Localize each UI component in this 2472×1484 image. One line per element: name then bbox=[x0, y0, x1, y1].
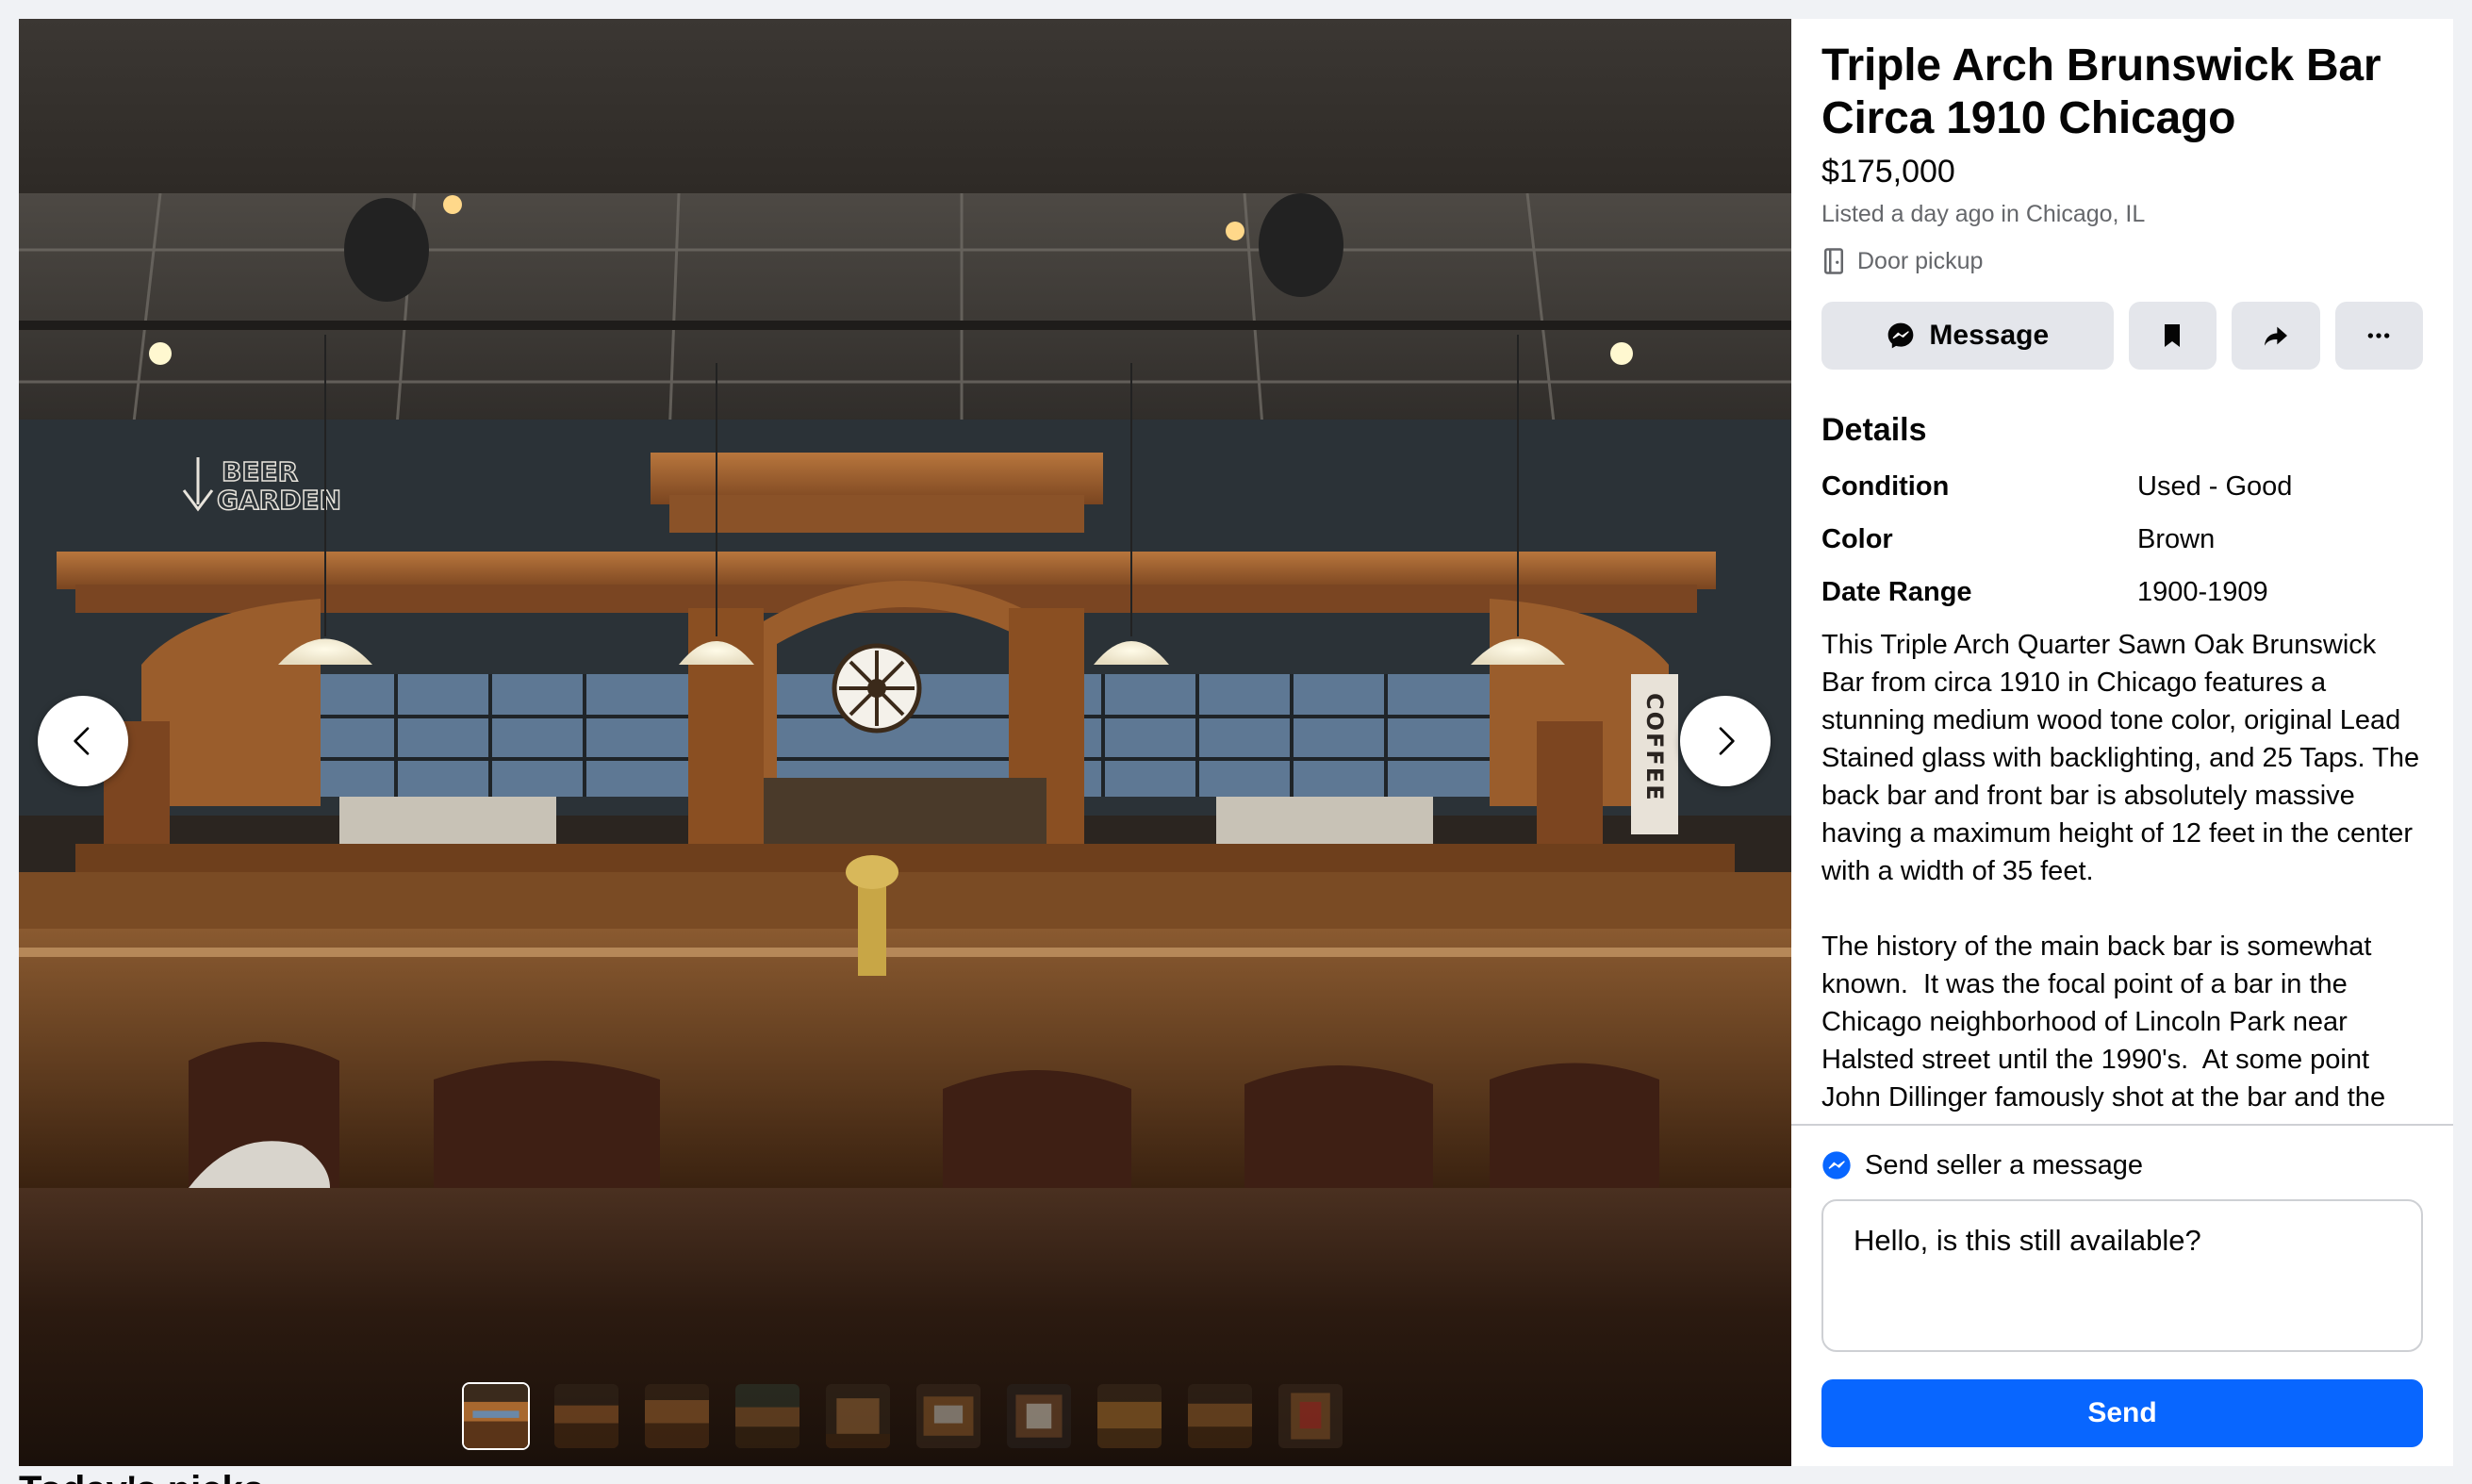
thumbnail-9[interactable] bbox=[1186, 1382, 1254, 1450]
listing-details-scroll[interactable]: Triple Arch Brunswick Bar Circa 1910 Chi… bbox=[1791, 19, 2453, 1124]
thumbnail-6[interactable] bbox=[915, 1382, 982, 1450]
send-message-title: Send seller a message bbox=[1865, 1150, 2143, 1180]
pickup-info: Door pickup bbox=[1821, 245, 2423, 277]
listing-photo[interactable]: BEER GARDEN COFFEE bbox=[19, 193, 1791, 1188]
send-message-header: Send seller a message bbox=[1821, 1146, 2423, 1184]
send-message-box: Send seller a message Hello, is this sti… bbox=[1791, 1124, 2453, 1466]
listing-price: $175,000 bbox=[1821, 154, 1955, 190]
more-options-button[interactable] bbox=[2334, 302, 2424, 370]
previous-photo-button[interactable] bbox=[38, 696, 128, 786]
listing-meta: Listed a day ago in Chicago, IL bbox=[1821, 201, 2146, 227]
thumbnail-8[interactable] bbox=[1096, 1382, 1163, 1450]
beer-garden-sign-line1: BEER bbox=[222, 456, 298, 487]
chevron-left-icon bbox=[74, 727, 90, 755]
messenger-icon bbox=[1888, 322, 1914, 349]
todays-picks-heading: Today's picks bbox=[19, 1471, 264, 1484]
message-button[interactable]: Message bbox=[1821, 302, 2114, 370]
listing-description: This Triple Arch Quarter Sawn Oak Brunsw… bbox=[1821, 630, 2420, 1113]
door-icon bbox=[1824, 248, 1843, 274]
chevron-right-icon bbox=[1719, 727, 1735, 755]
pickup-label: Door pickup bbox=[1857, 248, 1984, 274]
message-button-label: Message bbox=[1929, 320, 2050, 351]
detail-row-color: Color Brown bbox=[1821, 520, 2423, 558]
message-input[interactable]: Hello, is this still available? bbox=[1821, 1199, 2423, 1352]
thumbnail-7[interactable] bbox=[1005, 1382, 1073, 1450]
detail-key: Condition bbox=[1821, 471, 1950, 502]
share-button[interactable] bbox=[2232, 302, 2320, 370]
detail-value: Used - Good bbox=[2137, 471, 2293, 502]
detail-key: Color bbox=[1821, 524, 1893, 554]
share-icon bbox=[2264, 326, 2287, 346]
bookmark-icon bbox=[2165, 324, 2181, 347]
thumbnail-1[interactable] bbox=[462, 1382, 530, 1450]
listing-actions: Message bbox=[1821, 302, 2424, 370]
save-button[interactable] bbox=[2128, 302, 2217, 370]
send-button[interactable]: Send bbox=[1821, 1379, 2423, 1447]
beer-garden-sign-line2: GARDEN bbox=[217, 485, 341, 516]
next-photo-button[interactable] bbox=[1680, 696, 1771, 786]
thumbnail-5[interactable] bbox=[824, 1382, 892, 1450]
thumbnail-10[interactable] bbox=[1277, 1382, 1344, 1450]
listing-title: Triple Arch Brunswick Bar Circa 1910 Chi… bbox=[1821, 41, 2381, 143]
detail-row-date-range: Date Range 1900-1909 bbox=[1821, 573, 2423, 611]
detail-key: Date Range bbox=[1821, 577, 1972, 607]
details-table: Condition Used - Good Color Brown Date R… bbox=[1821, 468, 2423, 611]
messenger-icon bbox=[1822, 1151, 1851, 1179]
media-viewer: BEER GARDEN COFFEE bbox=[19, 19, 1791, 1466]
listing-info-panel: Triple Arch Brunswick Bar Circa 1910 Chi… bbox=[1791, 19, 2453, 1466]
thumbnail-3[interactable] bbox=[643, 1382, 711, 1450]
photo-blur-backdrop-top bbox=[19, 19, 1791, 193]
detail-value: Brown bbox=[2137, 524, 2216, 554]
coffee-sign: COFFEE bbox=[1641, 693, 1668, 802]
thumbnail-4[interactable] bbox=[733, 1382, 801, 1450]
detail-row-condition: Condition Used - Good bbox=[1821, 468, 2423, 505]
details-heading: Details bbox=[1821, 412, 1927, 448]
thumbnail-2[interactable] bbox=[552, 1382, 620, 1450]
more-icon bbox=[2367, 333, 2390, 338]
detail-value: 1900-1909 bbox=[2137, 577, 2268, 607]
thumbnail-strip bbox=[462, 1382, 1344, 1450]
